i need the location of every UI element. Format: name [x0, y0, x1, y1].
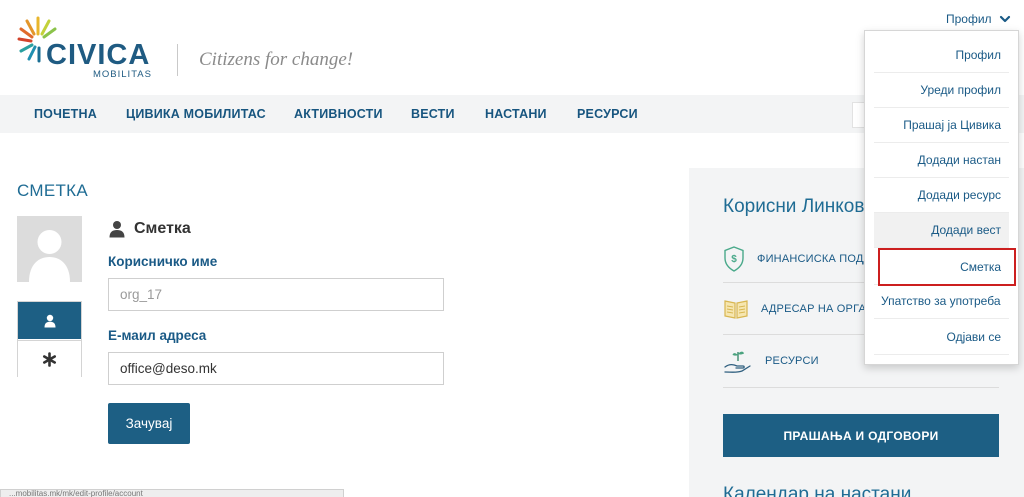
menu-item-user-guide[interactable]: Упатство за употреба	[874, 284, 1009, 319]
account-side-tabs	[17, 301, 82, 377]
site-tagline: Citizens for change!	[199, 49, 354, 70]
shield-dollar-icon: $	[724, 246, 744, 272]
menu-item-add-resource[interactable]: Додади ресурс	[874, 178, 1009, 213]
profile-toggle-label: Профил	[946, 12, 992, 26]
faq-button[interactable]: ПРАШАЊА И ОДГОВОРИ	[723, 414, 999, 457]
account-card-title: Сметка	[108, 220, 191, 238]
nav-item-home[interactable]: ПОЧЕТНА	[34, 107, 97, 121]
page-title: СМЕТКА	[17, 181, 89, 200]
user-placeholder-icon	[29, 230, 70, 282]
sidebar-link-label: РЕСУРСИ	[765, 355, 819, 367]
chevron-down-icon	[999, 15, 1010, 23]
browser-status-bar: ...mobilitas.mk/mk/edit-profile/account	[0, 489, 344, 497]
menu-item-add-event[interactable]: Додади настан	[874, 143, 1009, 178]
profile-menu-toggle[interactable]: Профил	[946, 12, 1012, 26]
tab-account[interactable]	[18, 302, 81, 339]
username-label: Корисничко име	[108, 254, 218, 269]
menu-item-edit-profile[interactable]: Уреди профил	[874, 73, 1009, 108]
menu-item-profile[interactable]: Профил	[874, 38, 1009, 73]
account-card-title-text: Сметка	[134, 220, 191, 237]
svg-text:$: $	[731, 254, 737, 265]
hand-plant-icon	[724, 351, 751, 373]
user-icon	[44, 314, 55, 327]
email-field[interactable]	[108, 352, 444, 385]
avatar	[17, 216, 82, 282]
user-icon	[109, 221, 125, 238]
email-label: Е-маил адреса	[108, 328, 207, 343]
menu-item-logout[interactable]: Одјави се	[874, 320, 1009, 355]
civica-mobilitas-logo[interactable]: CIVICA MOBILITAS	[16, 14, 161, 84]
svg-text:MOBILITAS: MOBILITAS	[93, 69, 152, 80]
sidebar-divider	[723, 387, 999, 388]
svg-text:CIVICA: CIVICA	[46, 39, 150, 71]
menu-item-add-news[interactable]: Додади вест	[874, 213, 1009, 248]
nav-item-news[interactable]: ВЕСТИ	[411, 107, 455, 121]
tab-password[interactable]	[18, 340, 81, 377]
nav-item-civica-mobilitas[interactable]: ЦИВИКА МОБИЛИТАС	[126, 107, 266, 121]
logo-divider	[177, 44, 178, 76]
useful-links-title: Корисни Линкови	[723, 196, 876, 217]
menu-item-ask-civica[interactable]: Прашај ја Цивика	[874, 108, 1009, 143]
nav-item-events[interactable]: НАСТАНИ	[485, 107, 547, 121]
nav-item-activities[interactable]: АКТИВНОСТИ	[294, 107, 383, 121]
open-book-icon	[724, 300, 748, 319]
asterisk-icon	[42, 351, 56, 367]
username-field[interactable]	[108, 278, 444, 311]
events-calendar-title: Календар на настани	[723, 484, 912, 497]
save-button[interactable]: Зачувај	[108, 403, 190, 444]
nav-item-resources[interactable]: РЕСУРСИ	[577, 107, 638, 121]
menu-item-account[interactable]: Сметка	[874, 250, 1009, 285]
